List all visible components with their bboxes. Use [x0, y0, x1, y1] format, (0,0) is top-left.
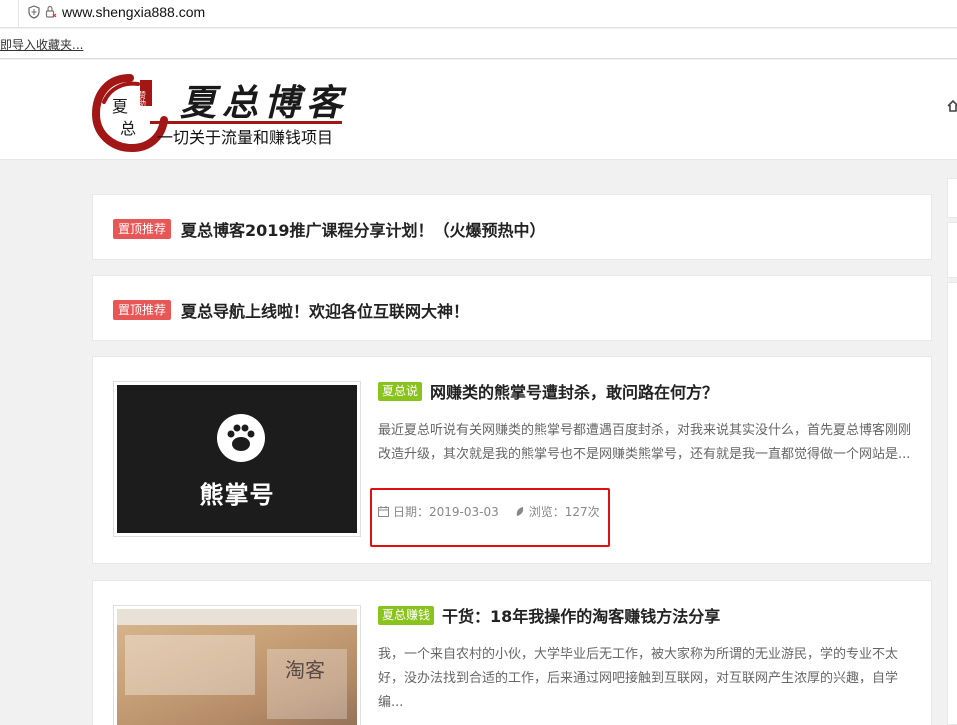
sticky-post-card: 置顶推荐 夏总导航上线啦！欢迎各位互联网大神！: [92, 275, 932, 341]
url-input[interactable]: www.shengxia888.com: [62, 4, 205, 20]
logo-seal-char-2: 总: [120, 119, 136, 138]
category-tag[interactable]: 夏总赚钱: [378, 605, 435, 625]
post-excerpt: 我，一个来自农村的小伙，大学毕业后无工作，被大家称为所谓的无业游民，学的专业不太…: [378, 647, 899, 710]
post-card: 淘客 夏总赚钱 干货：18年我操作的淘客赚钱方法分享 我，一个来自农村的小伙，大…: [92, 580, 932, 725]
post-title[interactable]: 网赚类的熊掌号遭封杀，敢问路在何方？: [430, 379, 718, 403]
insecure-lock-icon[interactable]: [45, 5, 57, 19]
post-thumbnail[interactable]: 淘客: [113, 605, 361, 725]
sticky-post-card: 置顶推荐 夏总博客2019推广课程分享计划！（火爆预热中）: [92, 194, 932, 260]
home-icon[interactable]: [947, 100, 957, 112]
sticky-tag[interactable]: 置顶推荐: [113, 300, 172, 320]
browser-address-bar: www.shengxia888.com: [0, 0, 957, 28]
sticky-post-title[interactable]: 夏总博客2019推广课程分享计划！（火爆预热中）: [181, 217, 546, 241]
logo-badge: 赞助: [138, 90, 147, 108]
sticky-post-title[interactable]: 夏总导航上线啦！欢迎各位互联网大神！: [181, 298, 469, 322]
logo-seal-char-1: 夏: [112, 97, 128, 116]
bookmarks-bar: 即导入收藏夹...: [0, 29, 957, 59]
post-title[interactable]: 干货：18年我操作的淘客赚钱方法分享: [442, 603, 720, 627]
post-excerpt: 最近夏总听说有关网赚类的熊掌号都遭遇百度封杀，对我来说其实没什么，首先夏总博客刚…: [378, 423, 912, 462]
shield-icon[interactable]: [28, 5, 40, 19]
highlight-box: [370, 488, 610, 547]
sidebar-widget: [947, 222, 957, 278]
paw-icon: [217, 414, 265, 462]
logo-slogan: 一切关于流量和赚钱项目: [157, 128, 334, 147]
logo-title: 夏总博客: [180, 82, 349, 124]
site-header: 夏 总 赞助 夏总博客 一切关于流量和赚钱项目: [0, 60, 957, 160]
category-tag[interactable]: 夏总说: [378, 381, 423, 401]
sidebar-widget: [947, 178, 957, 218]
import-bookmarks-link[interactable]: 即导入收藏夹...: [0, 36, 83, 53]
toolbar-separator: [18, 0, 19, 28]
post-thumbnail[interactable]: 熊掌号: [113, 381, 361, 537]
sidebar-widget: [947, 282, 957, 725]
thumb-caption: 淘客: [285, 658, 325, 682]
thumb-caption: 熊掌号: [199, 481, 275, 509]
sticky-tag[interactable]: 置顶推荐: [113, 219, 172, 239]
